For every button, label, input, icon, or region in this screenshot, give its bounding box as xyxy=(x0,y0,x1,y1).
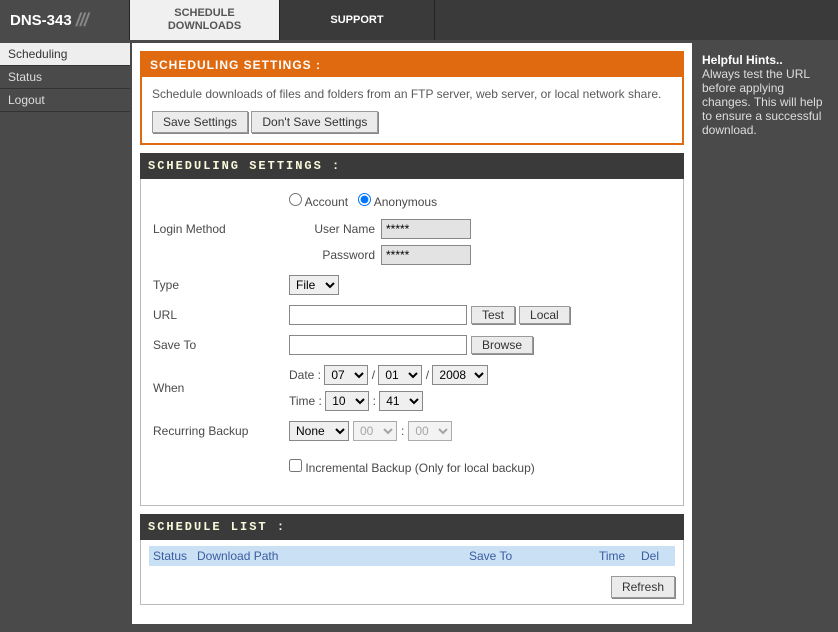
recurring-hour-select[interactable]: 00 xyxy=(353,421,397,441)
dont-save-settings-button[interactable]: Don't Save Settings xyxy=(251,111,378,133)
save-settings-button[interactable]: Save Settings xyxy=(152,111,248,133)
type-select[interactable]: File xyxy=(289,275,339,295)
hints-title: Helpful Hints.. xyxy=(702,53,783,67)
username-label: User Name xyxy=(311,222,375,236)
hints-body: Always test the URL before applying chan… xyxy=(702,67,823,137)
time-hour-select[interactable]: 10 xyxy=(325,391,369,411)
when-label: When xyxy=(153,381,289,395)
sidebar-item-scheduling[interactable]: Scheduling xyxy=(0,43,130,66)
th-status: Status xyxy=(153,549,197,563)
save-to-input[interactable] xyxy=(289,335,467,355)
time-minute-select[interactable]: 41 xyxy=(379,391,423,411)
th-del: Del xyxy=(641,549,671,563)
tab-support[interactable]: SUPPORT xyxy=(280,0,435,40)
schedule-list-header: Status Download Path Save To Time Del xyxy=(149,546,675,566)
sidebar: Scheduling Status Logout xyxy=(0,40,130,632)
refresh-button[interactable]: Refresh xyxy=(611,576,675,598)
type-label: Type xyxy=(153,278,289,292)
login-anonymous-radio[interactable]: Anonymous xyxy=(358,195,437,209)
login-method-label: Login Method xyxy=(153,222,289,236)
product-logo: DNS-343/// xyxy=(0,0,130,40)
username-input[interactable] xyxy=(381,219,471,239)
settings-panel-title: SCHEDULING SETTINGS : xyxy=(140,153,684,179)
scheduling-settings-panel: SCHEDULING SETTINGS : Login Method Accou… xyxy=(140,153,684,506)
browse-button[interactable]: Browse xyxy=(471,336,533,354)
helpful-hints-panel: Helpful Hints.. Always test the URL befo… xyxy=(692,43,838,632)
topbar-spacer xyxy=(435,0,838,40)
incremental-checkbox[interactable]: Incremental Backup (Only for local backu… xyxy=(289,459,535,475)
scheduling-settings-banner: SCHEDULING SETTINGS : Schedule downloads… xyxy=(140,51,684,145)
th-download-path: Download Path xyxy=(197,549,469,563)
url-label: URL xyxy=(153,308,289,322)
th-save-to: Save To xyxy=(469,549,599,563)
schedule-list-title: SCHEDULE LIST : xyxy=(140,514,684,540)
banner-description: Schedule downloads of files and folders … xyxy=(152,87,672,101)
date-month-select[interactable]: 07 xyxy=(324,365,368,385)
password-input[interactable] xyxy=(381,245,471,265)
date-label: Date : xyxy=(289,368,321,382)
url-input[interactable] xyxy=(289,305,467,325)
banner-title: SCHEDULING SETTINGS : xyxy=(142,53,682,77)
login-account-radio[interactable]: Account xyxy=(289,195,348,209)
password-label: Password xyxy=(311,248,375,262)
save-to-label: Save To xyxy=(153,338,289,352)
recurring-select[interactable]: None xyxy=(289,421,349,441)
local-button[interactable]: Local xyxy=(519,306,570,324)
th-time: Time xyxy=(599,549,641,563)
test-button[interactable]: Test xyxy=(471,306,515,324)
tab-schedule-downloads[interactable]: SCHEDULE DOWNLOADS xyxy=(130,0,280,40)
recurring-minute-select[interactable]: 00 xyxy=(408,421,452,441)
recurring-label: Recurring Backup xyxy=(153,424,289,438)
schedule-list-panel: SCHEDULE LIST : Status Download Path Sav… xyxy=(140,514,684,605)
date-year-select[interactable]: 2008 xyxy=(432,365,488,385)
time-label: Time : xyxy=(289,394,322,408)
sidebar-item-status[interactable]: Status xyxy=(0,66,130,89)
sidebar-item-logout[interactable]: Logout xyxy=(0,89,130,112)
date-day-select[interactable]: 01 xyxy=(378,365,422,385)
